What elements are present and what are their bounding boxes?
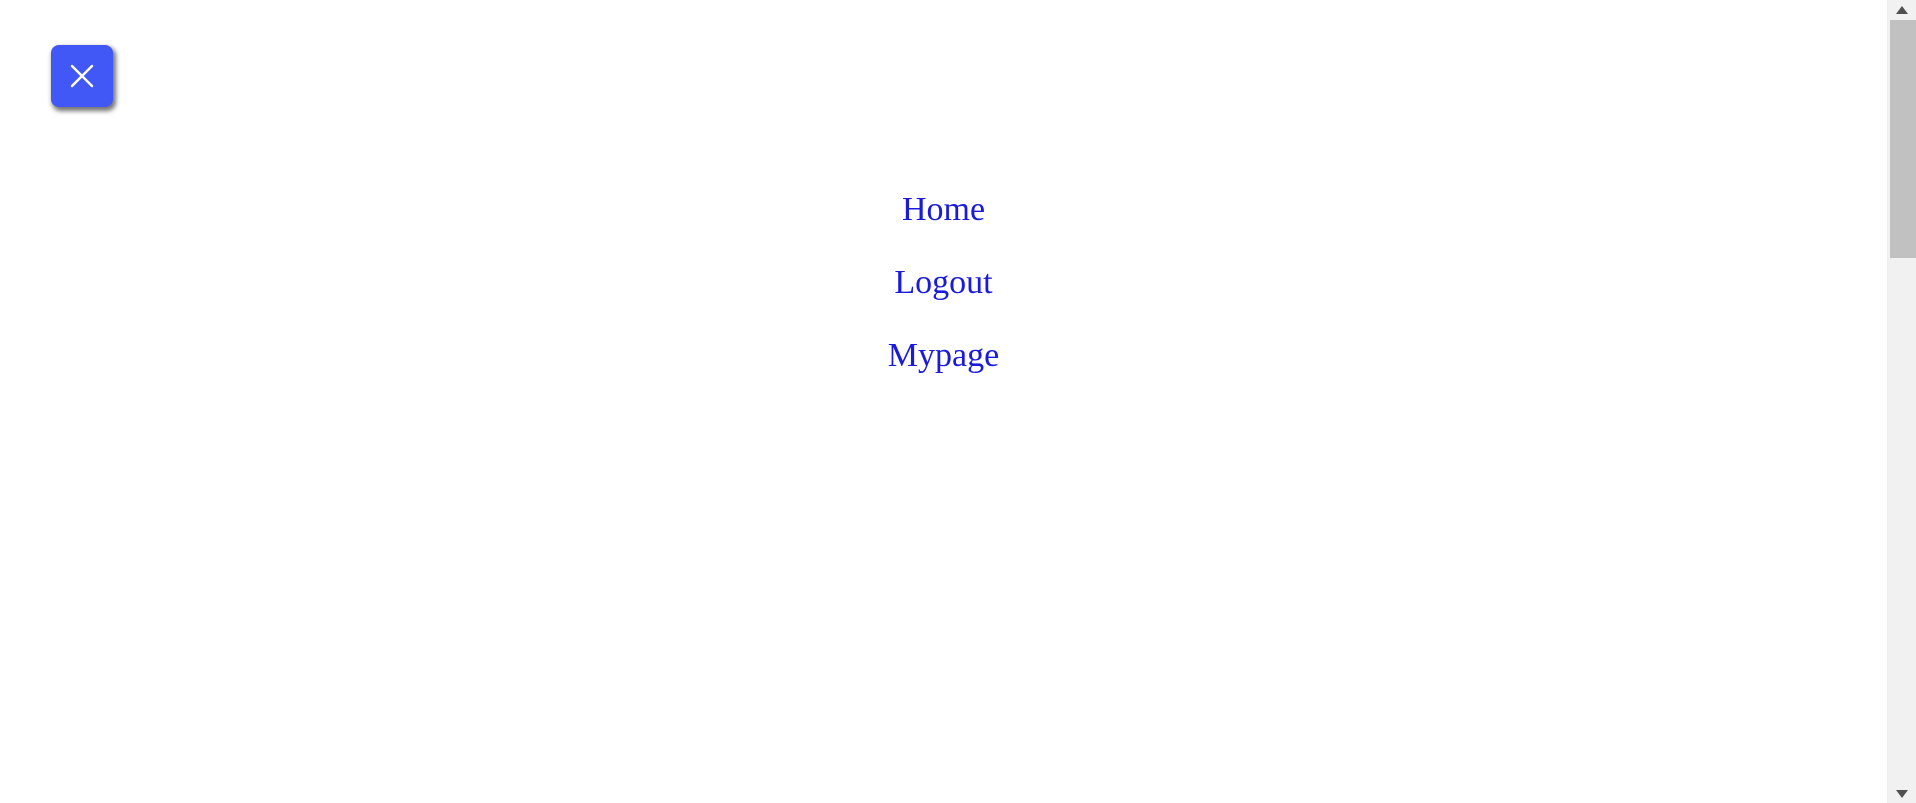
close-menu-button[interactable] — [51, 45, 113, 107]
scroll-up-button[interactable] — [1887, 0, 1916, 19]
close-icon — [68, 62, 96, 90]
scroll-thumb[interactable] — [1890, 20, 1916, 258]
scroll-down-button[interactable] — [1887, 784, 1916, 803]
menu-link-mypage[interactable]: Mypage — [888, 336, 999, 409]
menu-link-logout[interactable]: Logout — [894, 263, 992, 336]
chevron-up-icon — [1895, 5, 1908, 14]
nav-menu: Home Logout Mypage — [0, 190, 1887, 409]
chevron-down-icon — [1895, 789, 1908, 798]
menu-link-home[interactable]: Home — [902, 190, 985, 263]
vertical-scrollbar[interactable] — [1887, 0, 1916, 803]
